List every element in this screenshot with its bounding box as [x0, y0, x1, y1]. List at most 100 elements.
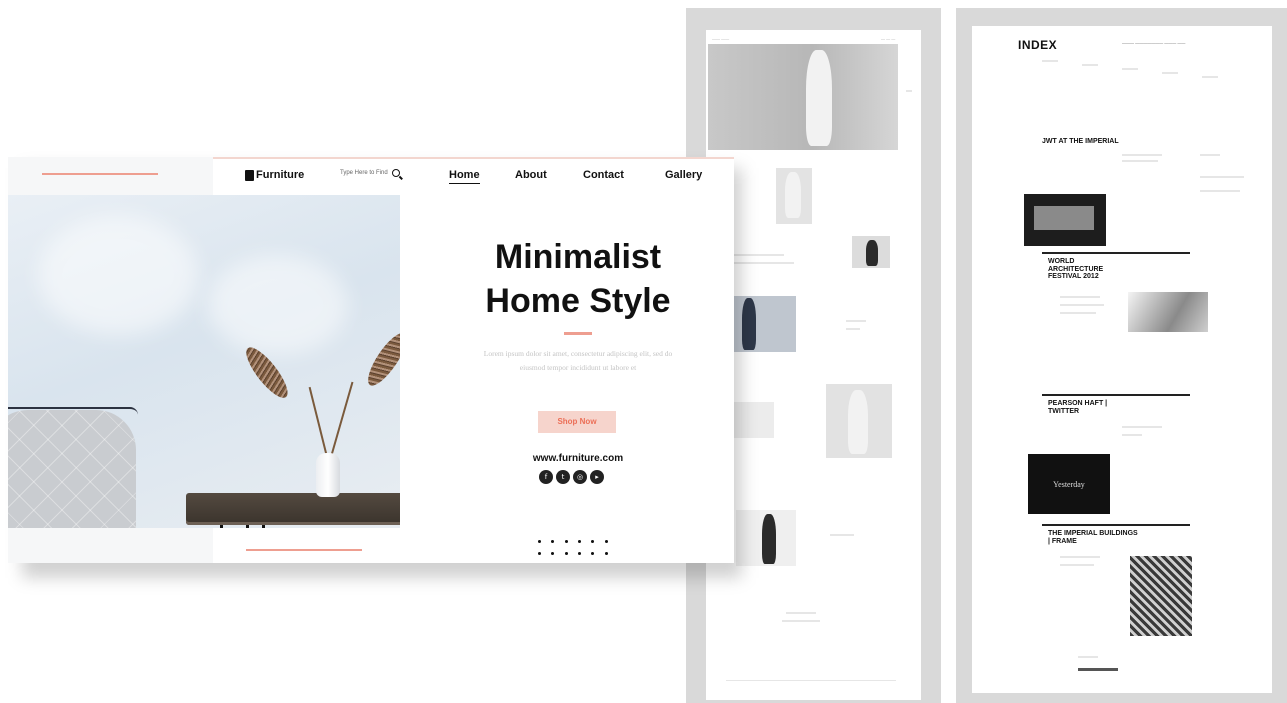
headline-line-1: Minimalist: [494, 238, 662, 276]
facebook-icon[interactable]: f: [539, 470, 553, 484]
index-photo-2: [1128, 292, 1208, 332]
text-line: [1060, 296, 1100, 298]
text-line: [1122, 160, 1158, 162]
pampas-plume: [361, 328, 400, 391]
accent-line-top: [42, 173, 158, 175]
model-figure: [866, 240, 878, 266]
index-section-title: THE IMPERIAL BUILDINGS | FRAME: [1048, 530, 1138, 545]
brand-name: Furniture: [256, 169, 305, 181]
index-page-mockup: INDEX ——— ——————— ——— —— JWT AT THE IMPE…: [956, 8, 1287, 703]
headline-line-2: Home Style: [485, 282, 671, 320]
dot: [577, 552, 581, 555]
accent-line-bottom: [246, 549, 362, 551]
text-line: [1122, 154, 1162, 156]
dot: [604, 540, 608, 543]
text-line: [786, 612, 816, 614]
index-photo-3: [1130, 556, 1192, 636]
text-line: [1078, 656, 1098, 658]
brand-logo-icon: [245, 169, 254, 181]
dot: [538, 540, 541, 543]
dot: [577, 540, 581, 543]
sofa: [8, 410, 136, 528]
instagram-icon[interactable]: ◎: [573, 470, 587, 484]
search-box[interactable]: Type Here to Find: [340, 169, 400, 177]
text-line: [782, 620, 820, 622]
table-leg: [220, 525, 223, 528]
text-line: [830, 534, 854, 536]
twitter-icon[interactable]: t: [556, 470, 570, 484]
photo-detail: [1034, 206, 1094, 230]
side-table: [186, 493, 400, 525]
brand-logo[interactable]: Furniture: [245, 169, 304, 181]
index-menu-line: [1042, 60, 1058, 62]
hero-photo: [8, 195, 400, 528]
youtube-icon[interactable]: ▸: [590, 470, 604, 484]
text-line: [1060, 312, 1096, 314]
fashion-thumb-1: [776, 168, 812, 224]
index-dark-feature: Yesterday: [1028, 454, 1110, 514]
fashion-thumb-5: [826, 384, 892, 458]
text-line: [846, 320, 866, 322]
nav-contact[interactable]: Contact: [583, 169, 624, 181]
index-logo: INDEX: [1018, 38, 1058, 52]
search-icon[interactable]: [391, 169, 400, 177]
fashion-thumb-3: [734, 296, 796, 352]
wall-texture: [38, 215, 198, 335]
dot: [551, 540, 555, 543]
index-menu-line: [1082, 64, 1098, 66]
index-menu-line: [1162, 72, 1178, 74]
scroll-marker: [906, 90, 912, 92]
footer-rule: [726, 680, 896, 681]
nav-home[interactable]: Home: [449, 169, 480, 184]
text-line: [1200, 176, 1244, 178]
decorative-dot-grid: [538, 540, 618, 555]
text-line: [1060, 556, 1100, 558]
fashion-thumb-2: [852, 236, 890, 268]
fashion-header-text: —— ——: [712, 36, 730, 41]
dot: [564, 540, 568, 543]
index-section-title: PEARSON HAFT | TWITTER: [1048, 400, 1108, 415]
text-line: [734, 262, 794, 264]
dot: [564, 552, 568, 555]
social-links: f t ◎ ▸: [539, 470, 604, 484]
hero-body-text: Lorem ipsum dolor sit amet, consectetur …: [483, 349, 673, 372]
top-nav: Furniture Type Here to Find Home About C…: [213, 157, 734, 195]
fashion-header-menu: — — —: [881, 36, 896, 41]
model-figure: [742, 298, 756, 350]
nav-gallery[interactable]: Gallery: [665, 169, 702, 181]
wall-texture: [208, 255, 348, 355]
shop-now-button[interactable]: Shop Now: [538, 411, 616, 433]
section-rule: [1042, 524, 1190, 526]
text-line: [1060, 304, 1104, 306]
index-section-title: JWT AT THE IMPERIAL: [1042, 138, 1119, 145]
model-figure: [848, 390, 868, 454]
section-rule: [1042, 394, 1190, 396]
sofa-piping: [8, 407, 138, 415]
text-line: [1200, 190, 1240, 192]
hero-headline: Minimalist Home Style: [448, 235, 708, 323]
index-menu-line: [1202, 76, 1218, 78]
model-figure: [806, 50, 832, 146]
model-figure: [762, 514, 776, 564]
dot: [591, 540, 595, 543]
index-page-sheet: INDEX ——— ——————— ——— —— JWT AT THE IMPE…: [972, 26, 1272, 693]
section-rule: [1042, 252, 1190, 254]
website-url[interactable]: www.furniture.com: [523, 453, 633, 464]
dot: [604, 552, 608, 555]
fashion-hero-photo: [708, 44, 898, 150]
furniture-landing-mockup: Furniture Type Here to Find Home About C…: [8, 157, 734, 563]
index-section-title: WORLD ARCHITECTURE FESTIVAL 2012: [1048, 258, 1104, 280]
dot: [591, 552, 595, 555]
pampas-stem: [330, 381, 354, 458]
index-photo-1: [1024, 194, 1106, 246]
nav-about[interactable]: About: [515, 169, 547, 181]
dot: [551, 552, 555, 555]
index-menu-line: [1122, 68, 1138, 70]
text-line: [1122, 426, 1162, 428]
text-line: [1060, 564, 1094, 566]
text-line: [846, 328, 860, 330]
fashion-thumb-6: [736, 510, 796, 566]
table-leg: [246, 525, 249, 528]
table-leg: [262, 525, 265, 528]
headline-accent-line: [564, 332, 592, 335]
